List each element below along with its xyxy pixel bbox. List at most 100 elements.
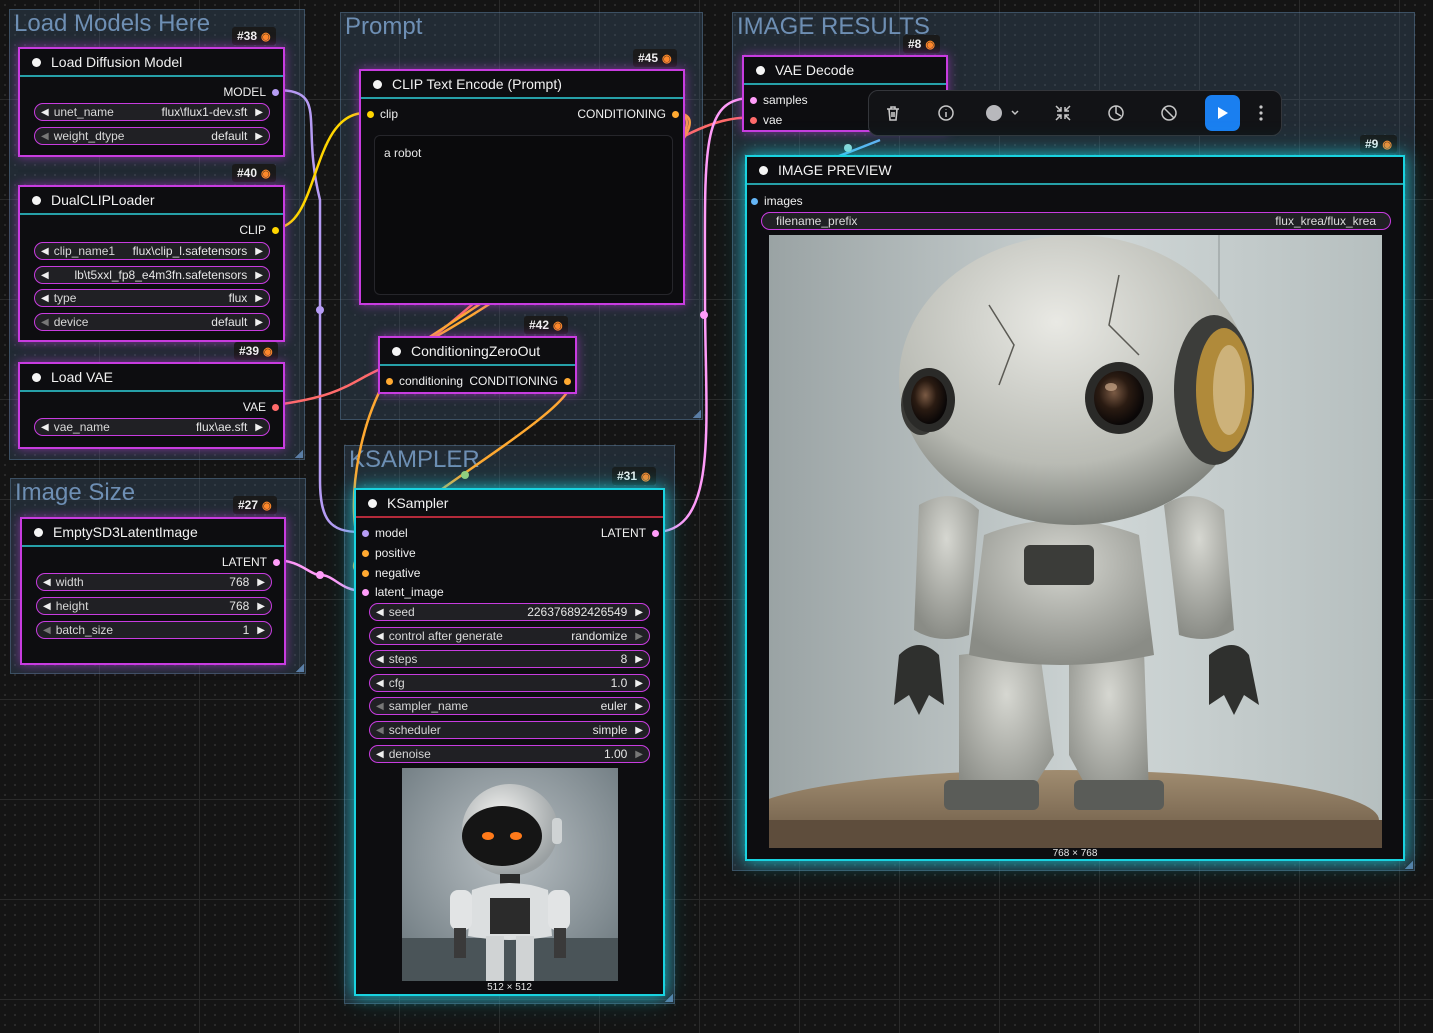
trash-icon[interactable] <box>877 96 910 130</box>
decrement-arrow-icon[interactable]: ◀ <box>41 317 49 328</box>
increment-arrow-icon[interactable]: ▶ <box>255 317 263 328</box>
slot-dot-icon[interactable] <box>273 558 280 566</box>
run-icon[interactable] <box>1205 95 1240 131</box>
node-header[interactable]: IMAGE PREVIEW <box>747 157 1403 185</box>
decrement-arrow-icon[interactable]: ◀ <box>43 625 51 636</box>
decrement-arrow-icon[interactable]: ◀ <box>41 107 49 118</box>
collapse-dot-icon[interactable] <box>32 195 41 205</box>
node-dual-clip-loader[interactable]: DualCLIPLoader CLIP ◀ clip_name1 flux\clip… <box>18 185 285 342</box>
widget-denoise[interactable]: ◀ denoise 1.00 ▶ <box>369 745 650 763</box>
slot-dot-icon[interactable] <box>362 529 369 537</box>
decrement-arrow-icon[interactable]: ◀ <box>376 607 384 618</box>
widget-steps[interactable]: ◀ steps 8 ▶ <box>369 650 650 668</box>
widget-type[interactable]: ◀ type flux ▶ <box>34 289 270 307</box>
widget-seed[interactable]: ◀ seed 226376892426549 ▶ <box>369 603 650 621</box>
decrement-arrow-icon[interactable]: ◀ <box>376 749 384 760</box>
output-slot-latent[interactable]: LATENT <box>601 526 659 540</box>
increment-arrow-icon[interactable]: ▶ <box>255 293 263 304</box>
increment-arrow-icon[interactable]: ▶ <box>635 654 643 665</box>
node-clip-text-encode[interactable]: CLIP Text Encode (Prompt) clip CONDITION… <box>359 69 685 305</box>
increment-arrow-icon[interactable]: ▶ <box>255 422 263 433</box>
prompt-textarea[interactable]: a robot <box>374 135 673 295</box>
color-circle-icon[interactable] <box>983 96 1027 130</box>
input-slot-model[interactable]: model <box>362 526 408 540</box>
slot-dot-icon[interactable] <box>750 116 757 124</box>
preview-output-image[interactable] <box>769 235 1382 848</box>
more-icon[interactable] <box>1252 96 1271 130</box>
widget-device[interactable]: ◀ device default ▶ <box>34 313 270 331</box>
collapse-dot-icon[interactable] <box>32 372 41 382</box>
input-slot-negative[interactable]: negative <box>362 566 420 580</box>
increment-arrow-icon[interactable]: ▶ <box>255 246 263 257</box>
slot-dot-icon[interactable] <box>750 96 757 104</box>
increment-arrow-icon[interactable]: ▶ <box>635 678 643 689</box>
node-empty-sd3-latent-image[interactable]: EmptySD3LatentImage LATENT ◀ width 768 ▶ ◀ h… <box>20 517 286 665</box>
input-slot-vae[interactable]: vae <box>750 113 782 127</box>
slot-dot-icon[interactable] <box>751 197 758 205</box>
increment-arrow-icon[interactable]: ▶ <box>257 601 265 612</box>
increment-arrow-icon[interactable]: ▶ <box>255 270 263 281</box>
node-header[interactable]: VAE Decode <box>744 57 946 85</box>
slot-dot-icon[interactable] <box>652 529 659 537</box>
info-icon[interactable] <box>930 96 963 130</box>
output-slot-conditioning[interactable]: CONDITIONING <box>577 107 679 121</box>
increment-arrow-icon[interactable]: ▶ <box>635 701 643 712</box>
output-slot-latent[interactable]: LATENT <box>222 555 280 569</box>
node-header[interactable]: KSampler <box>356 490 663 518</box>
collapse-dot-icon[interactable] <box>368 498 377 508</box>
increment-arrow-icon[interactable]: ▶ <box>257 625 265 636</box>
decrement-arrow-icon[interactable]: ◀ <box>376 654 384 665</box>
input-slot-latent-image[interactable]: latent_image <box>362 585 444 599</box>
node-header[interactable]: CLIP Text Encode (Prompt) <box>361 71 683 99</box>
widget-sampler-name[interactable]: ◀ sampler_name euler ▶ <box>369 697 650 715</box>
node-header[interactable]: Load VAE <box>20 364 283 392</box>
output-slot-clip[interactable]: CLIP <box>239 223 279 237</box>
widget-clip-name1[interactable]: ◀ clip_name1 flux\clip_l.safetensors ▶ <box>34 242 270 260</box>
output-slot-vae[interactable]: VAE <box>243 400 279 414</box>
node-header[interactable]: ConditioningZeroOut <box>380 338 575 366</box>
decrement-arrow-icon[interactable]: ◀ <box>376 701 384 712</box>
decrement-arrow-icon[interactable]: ◀ <box>41 422 49 433</box>
widget-vae-name[interactable]: ◀ vae_name flux\ae.sft ▶ <box>34 418 270 436</box>
widget-height[interactable]: ◀ height 768 ▶ <box>36 597 272 615</box>
mute-icon[interactable] <box>1152 96 1185 130</box>
collapse-dot-icon[interactable] <box>32 57 41 67</box>
increment-arrow-icon[interactable]: ▶ <box>257 577 265 588</box>
node-load-vae[interactable]: Load VAE VAE ◀ vae_name flux\ae.sft ▶ <box>18 362 285 449</box>
node-header[interactable]: Load Diffusion Model <box>20 49 283 77</box>
increment-arrow-icon[interactable]: ▶ <box>635 725 643 736</box>
increment-arrow-icon[interactable]: ▶ <box>255 131 263 142</box>
input-slot-conditioning[interactable]: conditioning <box>386 374 463 388</box>
decrement-arrow-icon[interactable]: ◀ <box>41 131 49 142</box>
widget-width[interactable]: ◀ width 768 ▶ <box>36 573 272 591</box>
increment-arrow-icon[interactable]: ▶ <box>255 107 263 118</box>
slot-dot-icon[interactable] <box>362 549 369 557</box>
collapse-dot-icon[interactable] <box>34 527 43 537</box>
decrement-arrow-icon[interactable]: ◀ <box>41 270 49 281</box>
output-slot-model[interactable]: MODEL <box>223 85 279 99</box>
node-header[interactable]: EmptySD3LatentImage <box>22 519 284 547</box>
widget-cfg[interactable]: ◀ cfg 1.0 ▶ <box>369 674 650 692</box>
widget-batch-size[interactable]: ◀ batch_size 1 ▶ <box>36 621 272 639</box>
widget-clip-name2[interactable]: ◀ lb\t5xxl_fp8_e4m3fn.safetensors ▶ <box>34 266 270 284</box>
decrement-arrow-icon[interactable]: ◀ <box>43 577 51 588</box>
slot-dot-icon[interactable] <box>362 588 369 596</box>
input-slot-images[interactable]: images <box>751 194 803 208</box>
node-load-diffusion-model[interactable]: Load Diffusion Model MODEL ◀ unet_name flu… <box>18 47 285 157</box>
bypass-icon[interactable] <box>1100 96 1133 130</box>
slot-dot-icon[interactable] <box>367 110 374 118</box>
increment-arrow-icon[interactable]: ▶ <box>635 607 643 618</box>
increment-arrow-icon[interactable]: ▶ <box>635 749 643 760</box>
node-image-preview[interactable]: IMAGE PREVIEW images filename_prefix flu… <box>745 155 1405 861</box>
slot-dot-icon[interactable] <box>564 377 571 385</box>
collapse-dot-icon[interactable] <box>392 346 401 356</box>
slot-dot-icon[interactable] <box>672 110 679 118</box>
decrement-arrow-icon[interactable]: ◀ <box>376 725 384 736</box>
collapse-dot-icon[interactable] <box>759 165 768 175</box>
decrement-arrow-icon[interactable]: ◀ <box>41 246 49 257</box>
widget-filename-prefix[interactable]: filename_prefix flux_krea/flux_krea <box>761 212 1391 230</box>
decrement-arrow-icon[interactable]: ◀ <box>43 601 51 612</box>
collapse-dot-icon[interactable] <box>373 79 382 89</box>
decrement-arrow-icon[interactable]: ◀ <box>376 678 384 689</box>
node-header[interactable]: DualCLIPLoader <box>20 187 283 215</box>
